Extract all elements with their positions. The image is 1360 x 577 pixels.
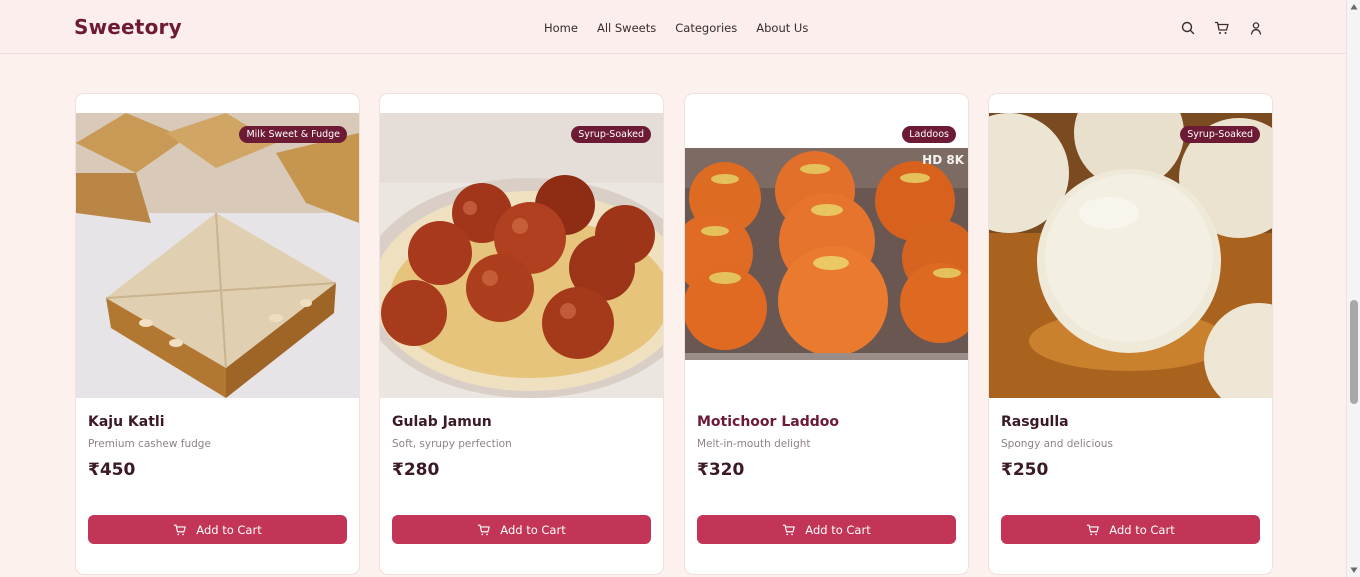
product-description: Spongy and delicious	[1001, 438, 1113, 450]
product-image-motichoor-laddoo[interactable]: HD 8K	[685, 113, 968, 398]
product-title[interactable]: Kaju Katli	[88, 414, 165, 430]
cart-icon	[173, 523, 187, 537]
nav-link-all-sweets[interactable]: All Sweets	[597, 21, 656, 35]
product-image-rasgulla[interactable]	[989, 113, 1272, 398]
category-badge: Syrup-Soaked	[571, 126, 651, 143]
nav-icons	[1180, 20, 1264, 36]
product-card: Milk Sweet & Fudge Kaju Katli Premium ca…	[75, 93, 360, 575]
navbar: Sweetory Home All Sweets Categories Abou…	[0, 0, 1346, 54]
add-to-cart-button[interactable]: Add to Cart	[88, 515, 347, 544]
user-icon[interactable]	[1248, 20, 1264, 36]
add-to-cart-label: Add to Cart	[805, 522, 871, 537]
product-price: ₹280	[392, 460, 440, 480]
nav-link-categories[interactable]: Categories	[675, 21, 737, 35]
product-image-kaju-katli[interactable]	[76, 113, 359, 398]
product-description: Premium cashew fudge	[88, 438, 211, 450]
brand-logo[interactable]: Sweetory	[74, 15, 182, 39]
scroll-up-arrow-icon[interactable]	[1350, 3, 1358, 11]
cart-icon	[1086, 523, 1100, 537]
product-title[interactable]: Gulab Jamun	[392, 414, 492, 430]
product-image-gulab-jamun[interactable]	[380, 113, 663, 398]
search-icon[interactable]	[1180, 20, 1196, 36]
cart-icon	[782, 523, 796, 537]
nav-link-home[interactable]: Home	[544, 21, 578, 35]
nav-links: Home All Sweets Categories About Us	[544, 21, 808, 35]
add-to-cart-button[interactable]: Add to Cart	[1001, 515, 1260, 544]
product-title[interactable]: Motichoor Laddoo	[697, 414, 839, 430]
scrollbar-thumb[interactable]	[1350, 300, 1358, 404]
product-description: Melt-in-mouth delight	[697, 438, 811, 450]
product-card: HD 8K Laddoos Motichoor Laddoo Melt-in-m…	[684, 93, 969, 575]
nav-link-about-us[interactable]: About Us	[756, 21, 808, 35]
product-card: Syrup-Soaked Rasgulla Spongy and delicio…	[988, 93, 1273, 575]
category-badge: Syrup-Soaked	[1180, 126, 1260, 143]
category-badge: Milk Sweet & Fudge	[239, 126, 347, 143]
add-to-cart-label: Add to Cart	[500, 522, 566, 537]
product-price: ₹320	[697, 460, 745, 480]
add-to-cart-label: Add to Cart	[196, 522, 262, 537]
product-price: ₹450	[88, 460, 136, 480]
add-to-cart-button[interactable]: Add to Cart	[392, 515, 651, 544]
category-badge: Laddoos	[902, 126, 956, 143]
image-watermark: HD 8K	[922, 153, 965, 167]
product-price: ₹250	[1001, 460, 1049, 480]
cart-icon[interactable]	[1214, 20, 1230, 36]
product-title[interactable]: Rasgulla	[1001, 414, 1069, 430]
page-scrollbar[interactable]	[1346, 0, 1360, 577]
cart-icon	[477, 523, 491, 537]
product-card: Syrup-Soaked Gulab Jamun Soft, syrupy pe…	[379, 93, 664, 575]
add-to-cart-button[interactable]: Add to Cart	[697, 515, 956, 544]
add-to-cart-label: Add to Cart	[1109, 522, 1175, 537]
product-description: Soft, syrupy perfection	[392, 438, 512, 450]
scroll-down-arrow-icon[interactable]	[1350, 566, 1358, 574]
